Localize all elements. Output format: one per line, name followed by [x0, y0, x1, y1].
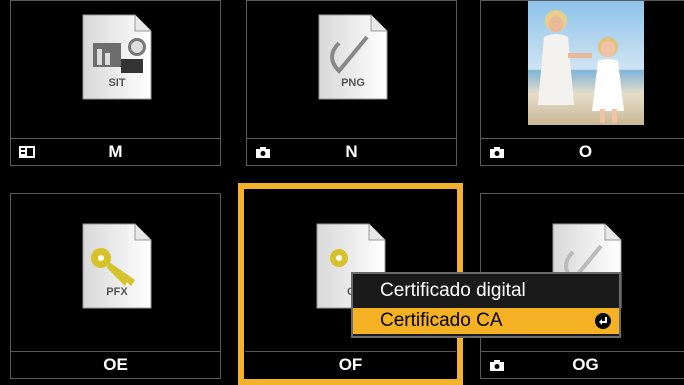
tile-label: M [108, 142, 123, 161]
tile-label: OG [572, 355, 599, 374]
file-tile-n[interactable]: PNG N [246, 0, 457, 166]
tile-label: OE [103, 355, 128, 374]
file-extension-label: PFX [106, 286, 128, 298]
thumbnail [481, 1, 684, 139]
file-tile-m[interactable]: SIT M [10, 0, 221, 166]
enter-icon [595, 313, 611, 329]
thumbnail: PNG [247, 1, 456, 139]
camera-icon [490, 360, 504, 371]
thumbnail: PFX [11, 194, 220, 352]
tile-caption: OE [11, 351, 220, 378]
slideshow-icon [19, 146, 35, 158]
tile-caption: N [247, 138, 456, 165]
menu-item-certificado-ca[interactable]: Certificado CA [353, 308, 619, 334]
photo-thumbnail [528, 1, 644, 125]
tile-label: O [578, 142, 593, 161]
thumbnail: SIT [11, 1, 220, 139]
camera-icon [490, 147, 504, 158]
file-tile-o[interactable]: O [480, 0, 684, 166]
tile-caption: M [11, 138, 220, 165]
context-menu: Certificado digital Certificado CA [351, 272, 621, 338]
tile-label: N [345, 142, 358, 161]
camera-icon [256, 147, 270, 158]
menu-item-label: Certificado digital [380, 280, 526, 301]
menu-item-certificado-digital[interactable]: Certificado digital [353, 278, 619, 304]
tile-caption: O [481, 138, 684, 165]
tile-caption: OG [481, 351, 684, 378]
file-tile-oe[interactable]: PFX OE [10, 193, 221, 379]
file-extension-label: PNG [341, 77, 365, 89]
menu-item-label: Certificado CA [380, 310, 503, 331]
file-extension-label: SIT [108, 77, 126, 89]
